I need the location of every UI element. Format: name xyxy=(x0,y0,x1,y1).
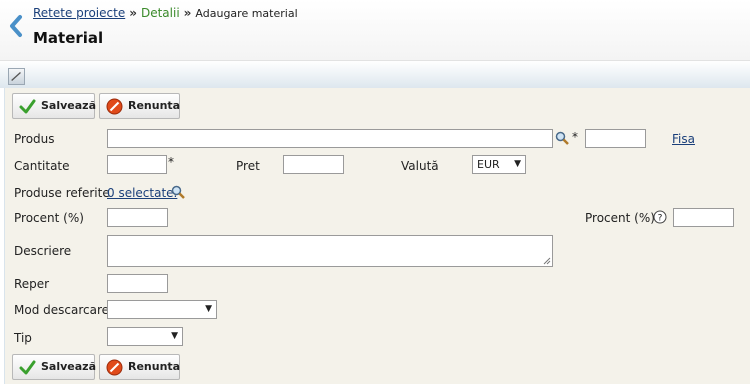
tip-label: Tip xyxy=(14,331,32,345)
mod-descarcare-label: Mod descarcare xyxy=(14,303,110,317)
cantitate-label: Cantitate xyxy=(14,159,70,173)
fisa-link[interactable]: Fisa xyxy=(672,132,695,146)
svg-text:?: ? xyxy=(658,214,663,224)
cancel-icon xyxy=(106,98,123,115)
save-button-bottom[interactable]: Salvează xyxy=(12,354,96,380)
cancel-icon xyxy=(106,359,123,376)
save-button[interactable]: Salvează xyxy=(12,93,96,119)
cancel-button[interactable]: Renunta xyxy=(99,93,180,119)
produs-input[interactable] xyxy=(107,129,553,148)
reper-label: Reper xyxy=(14,277,50,291)
breadcrumb-item-retete-proiecte[interactable]: Retete proiecte xyxy=(33,6,125,20)
procent-input[interactable] xyxy=(107,208,168,227)
material-form: Salvează Renunta Produs * Fisa Cantitate… xyxy=(4,88,750,384)
page-title: Material xyxy=(33,29,104,47)
help-icon[interactable]: ? xyxy=(653,210,667,224)
pret-input[interactable] xyxy=(283,155,344,174)
cancel-button-label: Renunta xyxy=(128,360,181,373)
required-mark: * xyxy=(168,155,174,169)
search-icon[interactable] xyxy=(555,131,569,145)
pret-label: Pret xyxy=(236,159,260,173)
produs-label: Produs xyxy=(14,132,55,146)
cantitate-input[interactable] xyxy=(107,155,167,174)
chevron-down-icon: ▼ xyxy=(171,331,178,341)
toolbar-strip xyxy=(0,61,750,88)
breadcrumb-separator: » xyxy=(129,6,137,20)
tip-select[interactable]: ▼ xyxy=(107,327,183,346)
page-header: Retete proiecte» Detalii» Adaugare materia… xyxy=(0,0,750,61)
breadcrumb-current: Adaugare material xyxy=(195,7,298,20)
save-button-label: Salvează xyxy=(41,99,96,112)
procent-label: Procent (%) xyxy=(14,211,84,225)
valuta-selected-value: EUR xyxy=(477,158,500,171)
edit-icon[interactable] xyxy=(8,68,25,85)
chevron-down-icon: ▼ xyxy=(514,159,521,169)
produse-referite-link[interactable]: 0 selectate. xyxy=(107,186,177,200)
procent-secondary-input[interactable] xyxy=(673,208,734,227)
back-arrow-icon[interactable] xyxy=(8,14,24,38)
checkmark-icon xyxy=(19,99,36,114)
breadcrumb-item-detalii[interactable]: Detalii xyxy=(141,6,180,20)
valuta-select[interactable]: EUR ▼ xyxy=(472,155,526,174)
search-icon[interactable] xyxy=(171,185,185,199)
breadcrumb-separator: » xyxy=(183,6,192,20)
required-mark: * xyxy=(572,130,578,144)
checkmark-icon xyxy=(19,360,36,375)
mod-descarcare-select[interactable]: ▼ xyxy=(107,300,217,319)
reper-input[interactable] xyxy=(107,274,168,293)
descriere-textarea[interactable] xyxy=(107,235,553,267)
breadcrumb: Retete proiecte» Detalii» Adaugare materia… xyxy=(33,6,298,20)
cancel-button-bottom[interactable]: Renunta xyxy=(99,354,180,380)
cancel-button-label: Renunta xyxy=(128,99,181,112)
resize-handle-icon[interactable] xyxy=(543,257,551,265)
produse-referite-label: Produse referite xyxy=(14,186,110,200)
save-button-label: Salvează xyxy=(41,360,96,373)
valuta-label: Valută xyxy=(401,159,439,173)
chevron-down-icon: ▼ xyxy=(205,304,212,314)
procent-secondary-label: Procent (%) xyxy=(585,211,655,225)
produs-code-input[interactable] xyxy=(585,129,646,148)
descriere-label: Descriere xyxy=(14,244,72,258)
